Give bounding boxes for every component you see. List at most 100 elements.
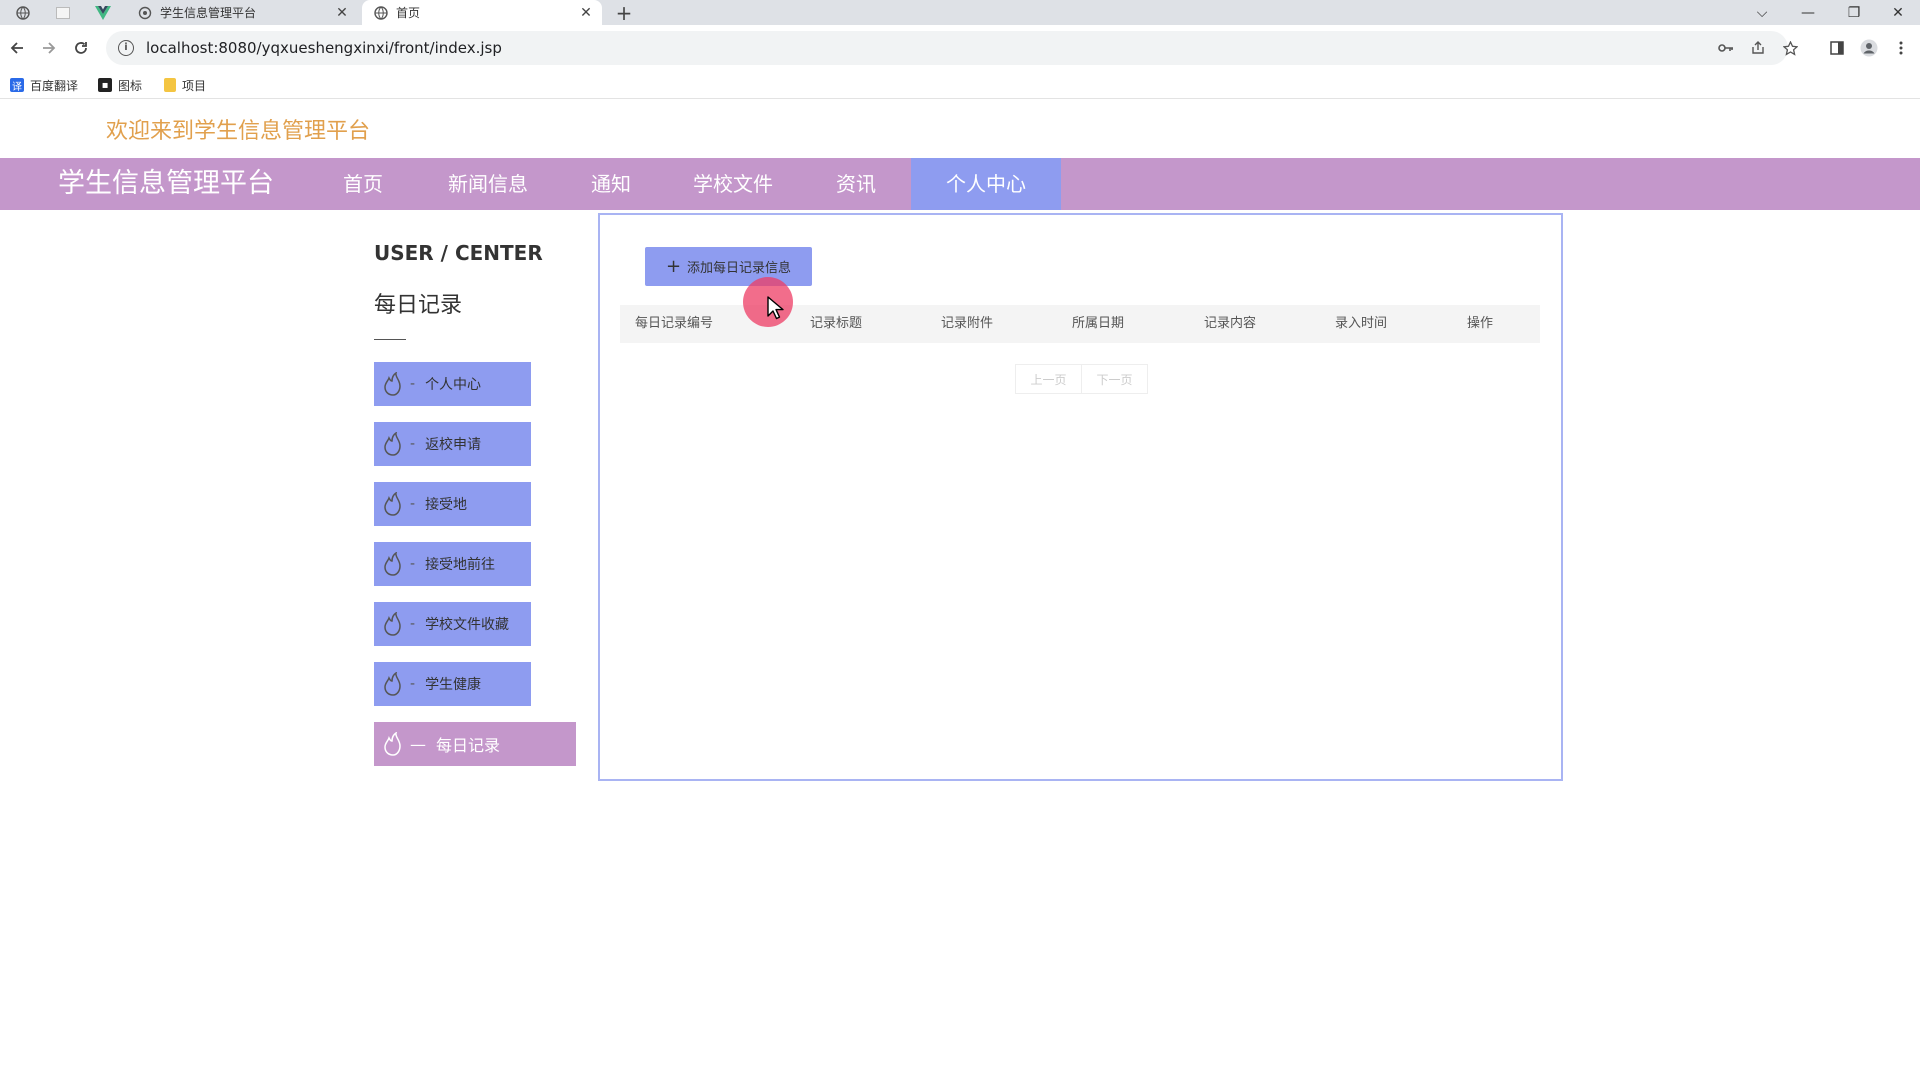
globe-icon <box>374 5 388 20</box>
tab-student-platform[interactable]: 学生信息管理平台 ✕ <box>126 0 358 25</box>
fire-icon <box>384 432 401 456</box>
bookmark-star-icon[interactable] <box>1778 31 1802 65</box>
item-dash: - <box>410 556 416 572</box>
more-vert-icon <box>1899 41 1903 55</box>
nav-news[interactable]: 新闻信息 <box>418 158 558 210</box>
bookmark-label: 图标 <box>118 78 143 93</box>
translate-icon: 译 <box>10 78 24 93</box>
add-daily-record-button[interactable]: + 添加每日记录信息 <box>645 247 812 286</box>
nav-notice[interactable]: 通知 <box>561 158 661 210</box>
sidebar-item-student-health[interactable]: - 学生健康 <box>374 662 531 706</box>
fire-icon <box>384 552 401 576</box>
bookmark-icons[interactable]: ▪ 图标 <box>98 71 142 99</box>
tab-search-dropdown-icon[interactable]: ⌵ <box>1740 0 1784 25</box>
column-record-content: 记录内容 <box>1204 316 1257 331</box>
welcome-text: 欢迎来到学生信息管理平台 <box>106 119 371 144</box>
minimize-icon[interactable]: — <box>1786 0 1830 25</box>
tab-close-icon[interactable]: ✕ <box>578 5 594 21</box>
column-actions: 操作 <box>1467 316 1494 331</box>
pinned-tab-globe[interactable] <box>12 3 34 23</box>
user-center-heading: USER / CENTER <box>374 241 543 265</box>
close-window-icon[interactable]: ✕ <box>1876 0 1920 25</box>
sidebar-item-label: 返校申请 <box>425 437 482 453</box>
menu-button[interactable] <box>1888 35 1914 61</box>
tab-home[interactable]: 首页 ✕ <box>362 0 602 25</box>
tab-title: 首页 <box>396 6 421 20</box>
nav-school-files[interactable]: 学校文件 <box>663 158 803 210</box>
column-record-title: 记录标题 <box>810 316 863 331</box>
bookmark-projects[interactable]: 项目 <box>164 71 206 99</box>
item-dash: - <box>410 376 416 392</box>
bookmark-label: 百度翻译 <box>30 78 79 93</box>
sidebar-item-label: 每日记录 <box>436 736 501 755</box>
bookmarks-bar: 译 百度翻译 ▪ 图标 项目 <box>0 71 1920 99</box>
bookmark-label: 项目 <box>182 78 207 93</box>
mouse-cursor-icon <box>767 296 784 320</box>
nav-user-center[interactable]: 个人中心 <box>911 158 1061 210</box>
globe-icon <box>16 6 30 20</box>
sidebar-item-receiving-place[interactable]: - 接受地 <box>374 482 531 526</box>
bookmark-baidu-translate[interactable]: 译 百度翻译 <box>10 71 78 99</box>
sidebar-item-user-center[interactable]: - 个人中心 <box>374 362 531 406</box>
sidebar-item-label: 个人中心 <box>425 377 482 393</box>
address-bar[interactable]: i localhost:8080/yqxueshengxinxi/front/i… <box>106 31 1798 65</box>
fire-icon <box>384 732 401 756</box>
next-page-button[interactable]: 下一页 <box>1081 364 1148 394</box>
main-navbar: 学生信息管理平台 首页 新闻信息 通知 学校文件 资讯 个人中心 <box>0 158 1920 210</box>
fire-icon <box>384 672 401 696</box>
share-icon[interactable] <box>1746 31 1770 65</box>
site-brand[interactable]: 学生信息管理平台 <box>58 158 274 210</box>
column-record-date: 所属日期 <box>1072 316 1125 331</box>
nav-home[interactable]: 首页 <box>313 158 413 210</box>
back-button[interactable] <box>4 35 30 61</box>
pinned-tab-blank[interactable] <box>52 3 74 23</box>
browser-tab-bar: 学生信息管理平台 ✕ 首页 ✕ + ⌵ — ❐ ✕ <box>0 0 1920 25</box>
pagination: 上一页 下一页 <box>1015 364 1148 394</box>
new-tab-button[interactable]: + <box>612 1 636 25</box>
column-record-id: 每日记录编号 <box>635 316 714 331</box>
nav-info[interactable]: 资讯 <box>806 158 906 210</box>
reload-button[interactable] <box>68 35 94 61</box>
tab-close-icon[interactable]: ✕ <box>334 5 350 21</box>
key-icon[interactable] <box>1714 31 1738 65</box>
forward-button[interactable] <box>36 35 62 61</box>
pinned-tab-vue[interactable] <box>92 3 114 23</box>
fire-icon <box>384 372 401 396</box>
item-dash: — <box>410 734 426 754</box>
column-entry-time: 录入时间 <box>1335 316 1388 331</box>
sidebar-item-return-application[interactable]: - 返校申请 <box>374 422 531 466</box>
tab-title: 学生信息管理平台 <box>160 6 257 20</box>
fire-icon <box>384 612 401 636</box>
plus-icon: + <box>665 256 682 277</box>
item-dash: - <box>410 616 416 632</box>
section-title: 每日记录 <box>374 293 463 318</box>
reload-icon <box>75 42 87 54</box>
image-icon: ▪ <box>98 78 112 92</box>
title-divider <box>374 339 406 340</box>
arrow-left-icon <box>10 42 23 54</box>
avatar-icon <box>1860 39 1878 57</box>
site-icon <box>138 6 152 19</box>
side-panel-button[interactable] <box>1824 35 1850 61</box>
item-dash: - <box>410 676 416 692</box>
sidebar-item-label: 学校文件收藏 <box>425 617 510 633</box>
item-dash: - <box>410 436 416 452</box>
sidebar-item-label: 学生健康 <box>425 677 482 693</box>
item-dash: - <box>410 496 416 512</box>
site-info-icon[interactable]: i <box>118 40 134 56</box>
column-record-attachment: 记录附件 <box>941 316 994 331</box>
arrow-right-icon <box>43 42 56 54</box>
sidebar-item-go-to-receiving-place[interactable]: - 接受地前往 <box>374 542 531 586</box>
restore-icon[interactable]: ❐ <box>1832 0 1876 25</box>
folder-icon <box>164 78 176 92</box>
add-button-label: 添加每日记录信息 <box>687 261 792 276</box>
vue-logo-icon <box>95 6 111 20</box>
profile-button[interactable] <box>1856 35 1882 61</box>
blank-page-icon <box>56 7 70 19</box>
sidebar-item-file-favorites[interactable]: - 学校文件收藏 <box>374 602 531 646</box>
sidebar-item-daily-record[interactable]: — 每日记录 <box>374 722 576 766</box>
prev-page-button[interactable]: 上一页 <box>1015 364 1082 394</box>
url-text: localhost:8080/yqxueshengxinxi/front/ind… <box>146 39 502 57</box>
side-panel-icon <box>1830 41 1844 55</box>
sidebar-item-label: 接受地前往 <box>425 557 496 573</box>
